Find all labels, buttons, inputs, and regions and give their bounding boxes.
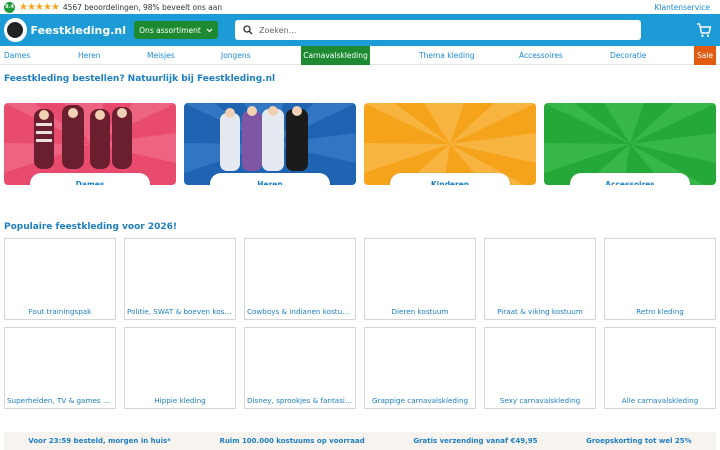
- category-tile-kinderen[interactable]: Kinderen: [364, 103, 536, 185]
- popular-tile[interactable]: Sexy carnavalskleding: [484, 327, 596, 409]
- customer-service-link[interactable]: Klantenservice: [654, 3, 710, 12]
- rating-stars-icon: ★★★★★: [19, 1, 60, 13]
- popular-tile[interactable]: Politie, SWAT & boeven kostu...: [124, 238, 236, 320]
- nav-item-meisjes[interactable]: Meisjes: [147, 46, 175, 65]
- nav-item-carnavalskleding[interactable]: Carnavalskleding: [301, 46, 370, 65]
- nav-item-dames[interactable]: Dames: [4, 46, 30, 65]
- category-tiles: Dames Heren Kinderen Accessoires: [4, 103, 716, 198]
- popular-tile[interactable]: Piraat & viking kostuum: [484, 238, 596, 320]
- nav-item-accessoires[interactable]: Accessoires: [519, 46, 563, 65]
- cart-icon[interactable]: [696, 22, 712, 38]
- usp-stock: Ruim 100.000 kostuums op voorraad: [219, 437, 365, 445]
- nav-item-thema-kleding[interactable]: Thema kleding: [419, 46, 475, 65]
- popular-tile[interactable]: Disney, sprookjes & fantasie k...: [244, 327, 356, 409]
- category-label: Heren: [210, 173, 330, 185]
- tile-label: Piraat & viking kostuum: [497, 307, 583, 316]
- popular-tile[interactable]: Superhelden, TV & games ko...: [4, 327, 116, 409]
- nav-item-jongens[interactable]: Jongens: [221, 46, 251, 65]
- tile-label: Cowboys & indianen kostuum: [247, 307, 353, 316]
- top-strip: 9.4 ★★★★★ 4567 beoordelingen, 98% beveel…: [0, 0, 720, 14]
- popular-heading: Populaire feestkleding voor 2026!: [4, 222, 177, 232]
- category-label: Accessoires: [570, 173, 690, 185]
- tile-label: Grappige carnavalskleding: [371, 396, 469, 405]
- nav-item-decoratie[interactable]: Decoratie: [610, 46, 646, 65]
- tile-label: Sexy carnavalskleding: [499, 396, 581, 405]
- tile-label: Dieren kostuum: [391, 307, 449, 316]
- category-tile-heren[interactable]: Heren: [184, 103, 356, 185]
- nav-item-heren[interactable]: Heren: [78, 46, 101, 65]
- main-nav: Dames Heren Meisjes Jongens Carnavalskle…: [0, 46, 720, 65]
- tile-label: Hippie kleding: [154, 396, 206, 405]
- usp-delivery: Voor 23:59 besteld, morgen in huis*: [28, 437, 171, 445]
- logo-text: Feestkleding.nl: [30, 23, 126, 37]
- tile-label: Politie, SWAT & boeven kostu...: [127, 307, 233, 316]
- search-box[interactable]: [235, 20, 641, 40]
- logo-mark-icon: [4, 18, 27, 42]
- tile-label: Alle carnavalskleding: [621, 396, 699, 405]
- category-label: Dames: [30, 173, 150, 185]
- search-input[interactable]: [259, 25, 641, 35]
- header: Feestkleding.nl Ons assortiment: [0, 14, 720, 46]
- popular-tile[interactable]: Cowboys & indianen kostuum: [244, 238, 356, 320]
- chevron-down-icon: [206, 28, 213, 32]
- popular-tile[interactable]: Alle carnavalskleding: [604, 327, 716, 409]
- assortment-label: Ons assortiment: [139, 25, 201, 35]
- score-badge: 9.4: [4, 1, 15, 13]
- usp-bar: Voor 23:59 besteld, morgen in huis* Ruim…: [4, 432, 716, 450]
- category-label: Kinderen: [390, 173, 510, 185]
- search-icon: [243, 25, 253, 35]
- tile-label: Retro kleding: [636, 307, 684, 316]
- page-title: Feestkleding bestellen? Natuurlijk bij F…: [4, 74, 276, 84]
- popular-tile[interactable]: Hippie kleding: [124, 327, 236, 409]
- rating[interactable]: 9.4 ★★★★★ 4567 beoordelingen, 98% beveel…: [4, 1, 223, 13]
- tile-label: Disney, sprookjes & fantasie k...: [247, 396, 353, 405]
- tile-label: Fout trainingspak: [28, 307, 92, 316]
- popular-tile[interactable]: Fout trainingspak: [4, 238, 116, 320]
- category-tile-accessoires[interactable]: Accessoires: [544, 103, 716, 185]
- popular-tile[interactable]: Dieren kostuum: [364, 238, 476, 320]
- logo[interactable]: Feestkleding.nl: [4, 18, 126, 42]
- tile-label: Superhelden, TV & games ko...: [7, 396, 113, 405]
- usp-group-discount: Groepskorting tot wel 25%: [586, 437, 692, 445]
- popular-tile[interactable]: Grappige carnavalskleding: [364, 327, 476, 409]
- reviews-text: 4567 beoordelingen, 98% beveelt ons aan: [62, 2, 223, 12]
- nav-item-sale[interactable]: Sale: [694, 46, 716, 65]
- popular-tile[interactable]: Retro kleding: [604, 238, 716, 320]
- usp-shipping: Gratis verzending vanaf €49,95: [413, 437, 538, 445]
- category-tile-dames[interactable]: Dames: [4, 103, 176, 185]
- assortment-button[interactable]: Ons assortiment: [134, 21, 218, 39]
